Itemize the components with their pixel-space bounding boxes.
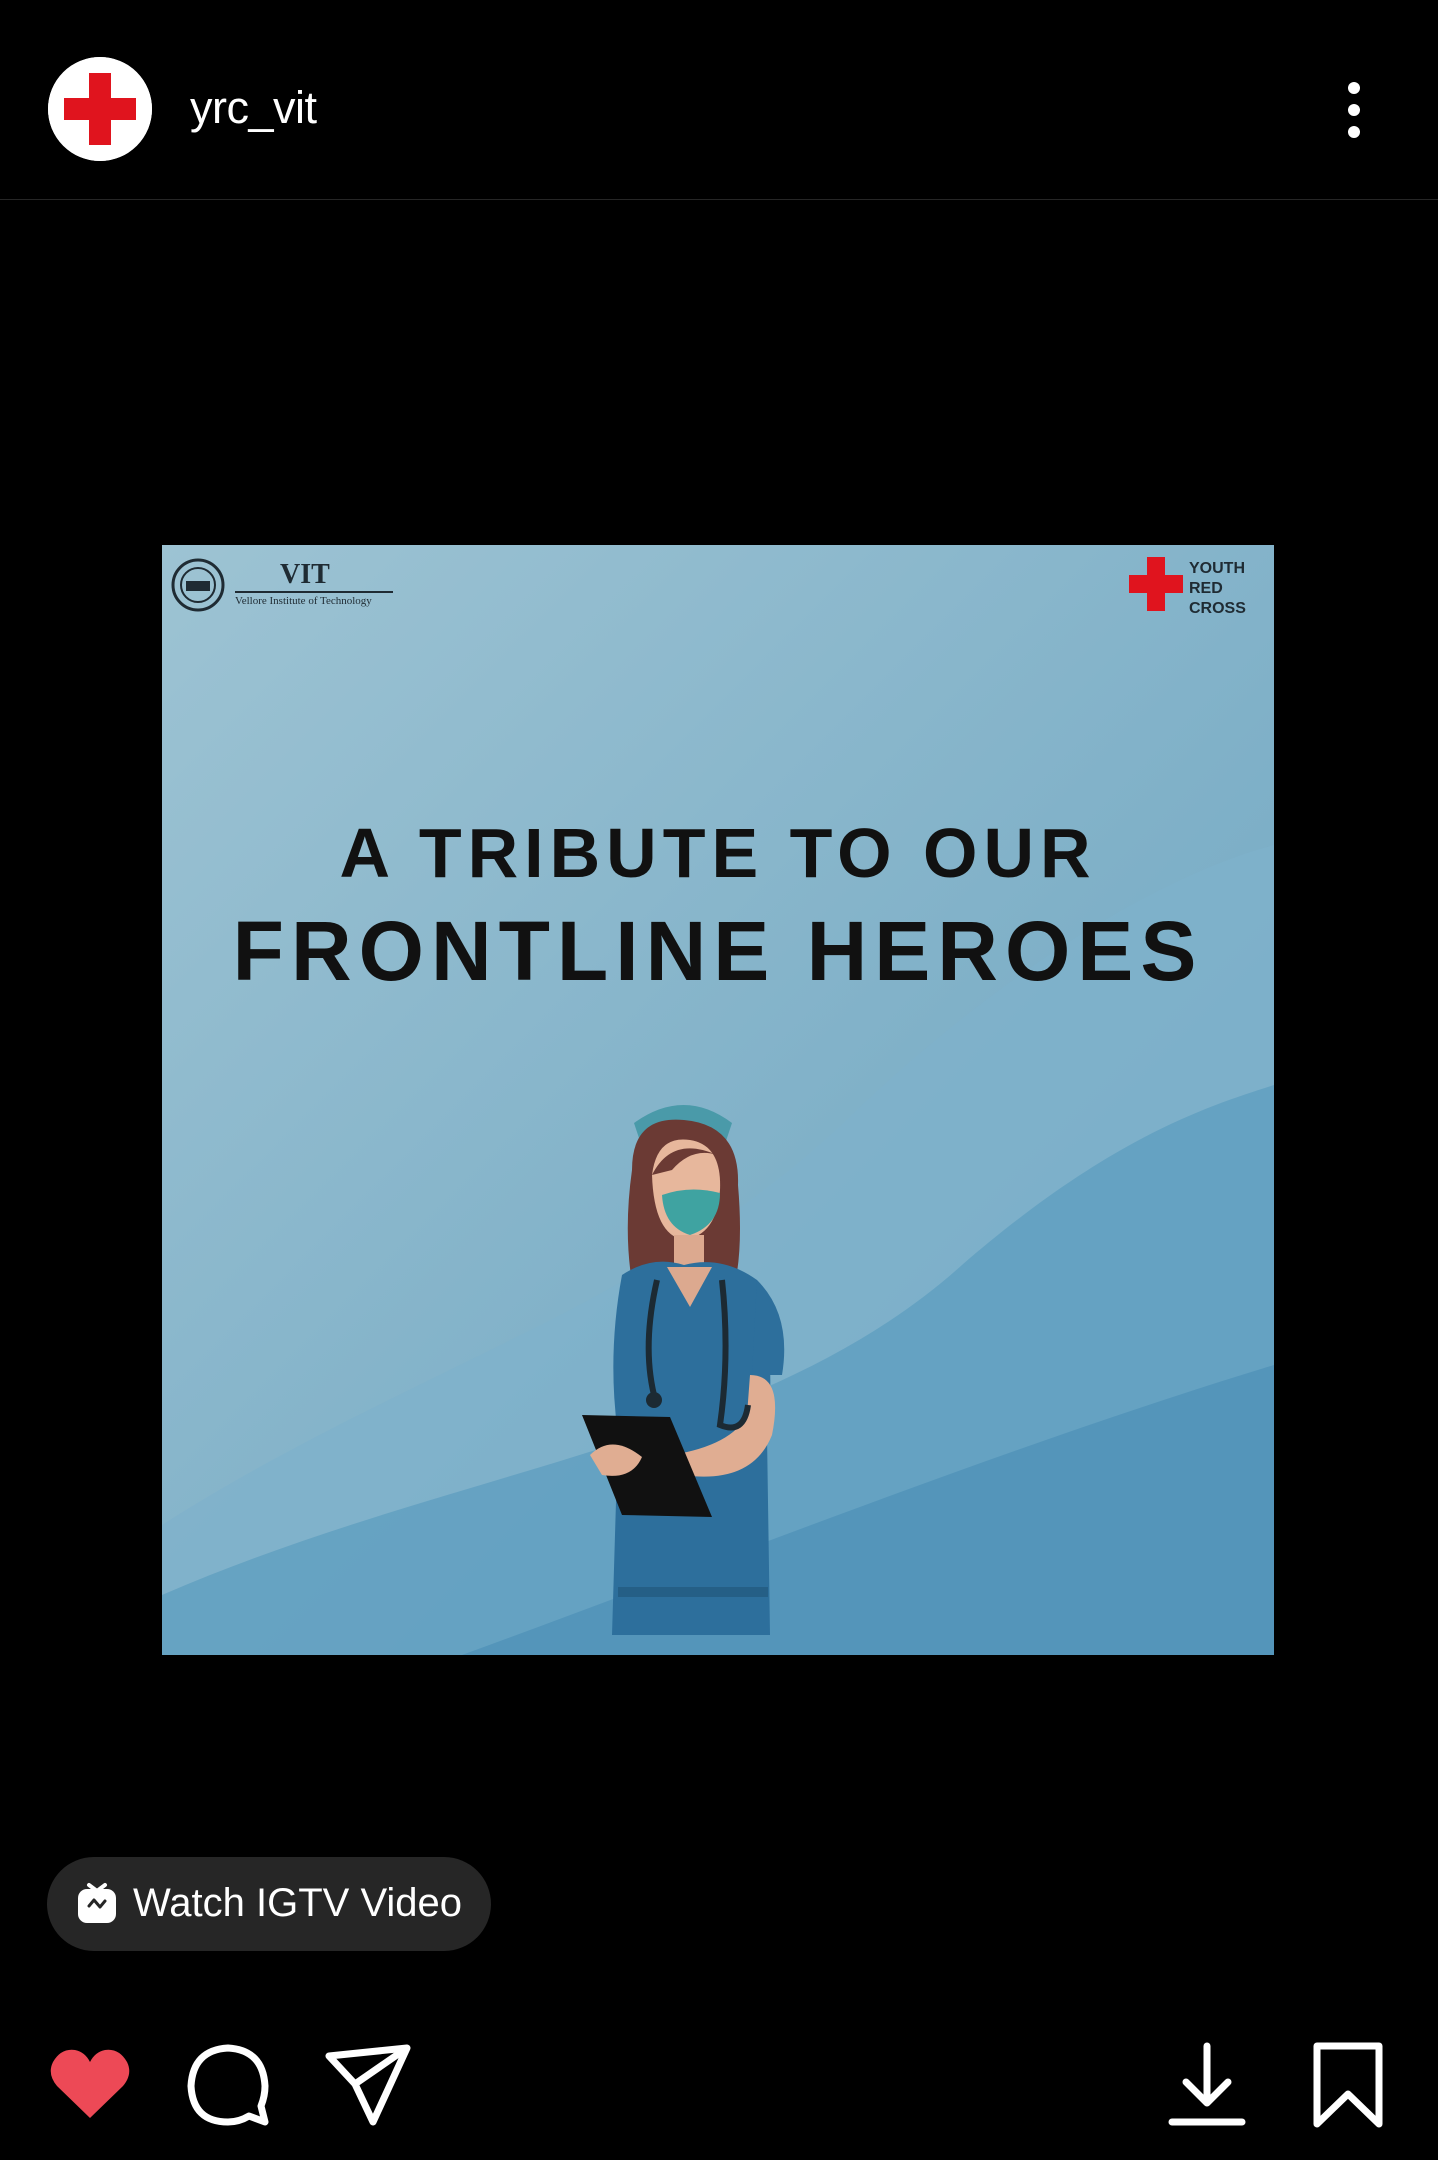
like-button[interactable] xyxy=(45,2040,135,2130)
bookmark-button[interactable] xyxy=(1303,2040,1393,2130)
more-options-icon xyxy=(1348,82,1360,94)
username[interactable]: yrc_vit xyxy=(190,82,317,134)
download-button[interactable] xyxy=(1162,2040,1252,2130)
download-icon xyxy=(1168,2042,1246,2126)
post-header: yrc_vit xyxy=(0,0,1438,200)
heart-icon xyxy=(50,2049,130,2118)
watch-igtv-label: Watch IGTV Video xyxy=(133,1881,463,1925)
poster-headline-line2: FRONTLINE HEROES xyxy=(232,904,1204,998)
youth-red-cross-text: YOUTH RED CROSS xyxy=(1189,559,1269,619)
youth-red-cross-logo: YOUTH RED CROSS xyxy=(1127,553,1267,617)
vit-title: VIT xyxy=(280,559,330,590)
share-button[interactable] xyxy=(323,2040,413,2130)
post-media[interactable]: VIT Vellore Institute of Technology YOUT… xyxy=(0,200,1438,1820)
bookmark-icon xyxy=(1313,2042,1383,2128)
red-cross-icon xyxy=(1129,557,1183,611)
red-cross-icon xyxy=(48,57,152,161)
more-options-icon-dot xyxy=(1348,126,1360,138)
more-options-icon-dot xyxy=(1348,104,1360,116)
comment-icon xyxy=(187,2044,269,2126)
vit-logo: VIT Vellore Institute of Technology xyxy=(170,555,400,617)
more-options-button[interactable] xyxy=(1330,70,1378,150)
vit-subtitle: Vellore Institute of Technology xyxy=(235,595,372,607)
vit-emblem-icon xyxy=(171,558,225,612)
share-icon xyxy=(325,2044,411,2126)
profile-avatar[interactable] xyxy=(48,57,152,161)
video-thumbnail[interactable]: VIT Vellore Institute of Technology YOUT… xyxy=(162,545,1274,1655)
post-action-bar xyxy=(0,2020,1438,2160)
comment-button[interactable] xyxy=(183,2040,273,2130)
igtv-icon xyxy=(78,1883,116,1923)
watch-igtv-button[interactable]: Watch IGTV Video xyxy=(47,1857,491,1951)
badge-line: YOUTH xyxy=(1189,560,1245,577)
vit-divider xyxy=(235,591,393,593)
poster-headline-line1: A TRIBUTE TO OUR xyxy=(339,814,1097,892)
nurse-illustration xyxy=(582,1105,785,1635)
badge-line: CROSS xyxy=(1189,600,1246,617)
badge-line: RED xyxy=(1189,580,1223,597)
